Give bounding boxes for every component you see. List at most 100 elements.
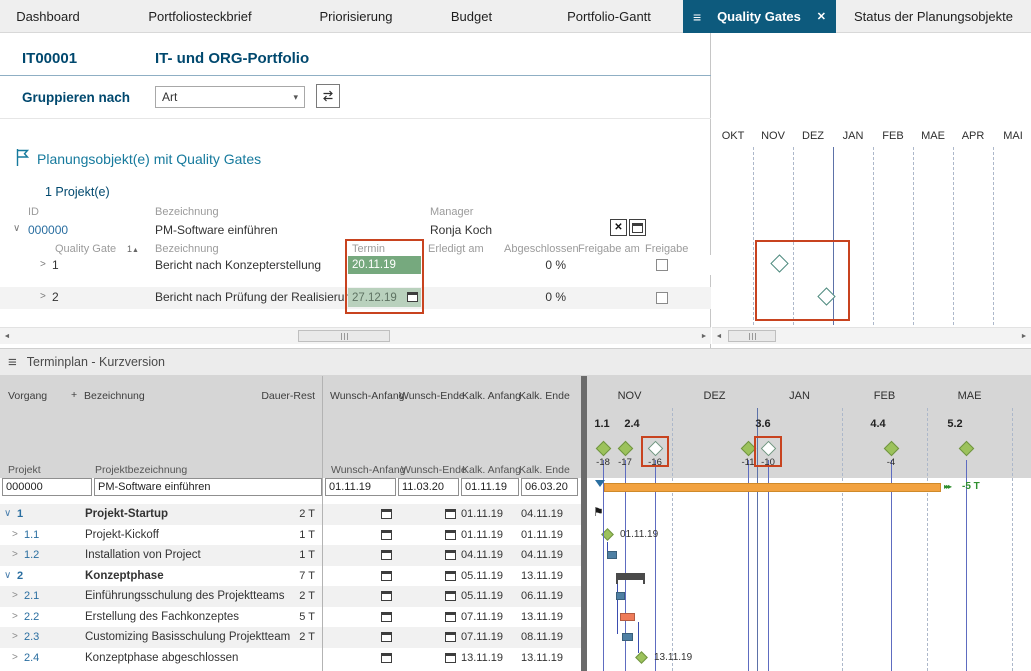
- quality-gate-diamond[interactable]: [958, 441, 974, 457]
- col-kalk-ende[interactable]: Kalk. Ende: [519, 390, 570, 402]
- task-row[interactable]: >2.1Einführungsschulung des Projektteams…: [0, 586, 581, 607]
- expand-icon[interactable]: >: [12, 631, 18, 642]
- quality-gate-diamond[interactable]: [647, 441, 663, 457]
- col-kalk-anfang[interactable]: Kalk. Anfang: [462, 390, 521, 402]
- menu-icon[interactable]: ≡: [8, 354, 17, 371]
- task-row[interactable]: >1.2Installation von Project1 T04.11.190…: [0, 545, 581, 566]
- wunsch-anfang-calendar-icon[interactable]: [381, 632, 392, 642]
- calendar-button[interactable]: [629, 219, 646, 236]
- group-by-select[interactable]: Art ▾: [155, 86, 305, 108]
- task-row[interactable]: >1.1Projekt-Kickoff1 T01.11.1901.11.19: [0, 525, 581, 546]
- quality-gate-diamond[interactable]: [740, 441, 756, 457]
- h-scrollbar[interactable]: ◄ ►: [712, 327, 1031, 344]
- col-freigabe[interactable]: Freigabe: [645, 243, 688, 255]
- quality-gate-diamond[interactable]: [883, 441, 899, 457]
- col-abgeschlossen[interactable]: Abgeschlossen: [504, 243, 579, 255]
- expand-icon[interactable]: >: [12, 529, 18, 540]
- h-scrollbar[interactable]: ◄ ►: [0, 327, 711, 344]
- task-number[interactable]: 1.2: [24, 549, 39, 561]
- scroll-left-icon[interactable]: ◄: [712, 329, 726, 344]
- quality-gate-diamond[interactable]: [770, 254, 788, 272]
- wunsch-ende-calendar-icon[interactable]: [445, 550, 456, 560]
- wunsch-anfang-calendar-icon[interactable]: [381, 550, 392, 560]
- task-number[interactable]: 2.4: [24, 652, 39, 664]
- calendar-icon[interactable]: [407, 292, 418, 302]
- tab-dashboard[interactable]: Dashboard: [0, 0, 96, 33]
- scroll-right-icon[interactable]: ►: [1017, 329, 1031, 344]
- task-number[interactable]: 2: [17, 570, 23, 582]
- expand-icon[interactable]: >: [12, 590, 18, 601]
- col-wunsch-ende[interactable]: Wunsch-Ende: [399, 390, 465, 402]
- col-termin[interactable]: Termin: [352, 243, 385, 255]
- col-vorgang[interactable]: Vorgang: [8, 390, 47, 402]
- project-gantt-bar[interactable]: [604, 483, 941, 492]
- wunsch-ende-calendar-icon[interactable]: [445, 509, 456, 519]
- quality-gate-row[interactable]: >1Bericht nach Konzepterstellung20.11.19…: [0, 255, 711, 275]
- project-wunsch-ende-cell[interactable]: 11.03.20: [398, 478, 459, 496]
- expand-columns-icon[interactable]: +: [71, 389, 77, 401]
- task-row[interactable]: >2.4Konzeptphase abgeschlossen13.11.1913…: [0, 648, 581, 669]
- wunsch-ende-calendar-icon[interactable]: [445, 612, 456, 622]
- gate-termin-cell[interactable]: 20.11.19: [348, 256, 421, 274]
- wunsch-anfang-calendar-icon[interactable]: [381, 571, 392, 581]
- col-dauer[interactable]: Dauer-Rest: [240, 390, 315, 402]
- task-row[interactable]: >2.2Erstellung des Fachkonzeptes5 T07.11…: [0, 607, 581, 628]
- tab-close-icon[interactable]: ✕: [817, 10, 826, 23]
- tab-menu-icon[interactable]: ≡: [693, 9, 701, 25]
- task-number[interactable]: 1.1: [24, 529, 39, 541]
- expand-icon[interactable]: >: [12, 652, 18, 663]
- wunsch-ende-calendar-icon[interactable]: [445, 571, 456, 581]
- task-row[interactable]: ∨2Konzeptphase7 T05.11.1913.11.19: [0, 566, 581, 587]
- tab-portfoliosteckbrief[interactable]: Portfoliosteckbrief: [96, 0, 304, 33]
- task-bar[interactable]: [616, 592, 625, 600]
- wunsch-ende-calendar-icon[interactable]: [445, 632, 456, 642]
- task-number[interactable]: 2.1: [24, 590, 39, 602]
- task-row[interactable]: >2.3Customizing Basisschulung Projekttea…: [0, 627, 581, 648]
- col-name[interactable]: Bezeichnung: [84, 390, 145, 402]
- expand-icon[interactable]: >: [12, 549, 18, 560]
- scroll-right-icon[interactable]: ►: [697, 329, 711, 344]
- expand-icon[interactable]: ∨: [4, 570, 11, 581]
- task-number[interactable]: 1: [17, 508, 23, 520]
- wunsch-anfang-calendar-icon[interactable]: [381, 653, 392, 663]
- task-number[interactable]: 2.3: [24, 631, 39, 643]
- quality-gate-row[interactable]: >2Bericht nach Prüfung der Realisierung2…: [0, 287, 711, 309]
- col-erledigt-am[interactable]: Erledigt am: [428, 243, 484, 255]
- quality-gate-diamond[interactable]: [595, 441, 611, 457]
- scrollbar-thumb[interactable]: [298, 330, 390, 342]
- quality-gate-diamond[interactable]: [760, 441, 776, 457]
- freigabe-checkbox[interactable]: [656, 292, 668, 304]
- gate-expand-icon[interactable]: >: [40, 259, 46, 270]
- project-name-cell[interactable]: PM-Software einführen: [94, 478, 322, 496]
- project-kalk-anfang-cell[interactable]: 01.11.19: [461, 478, 519, 496]
- summary-bar[interactable]: [616, 573, 645, 580]
- freigabe-checkbox[interactable]: [656, 259, 668, 271]
- project-wunsch-anfang-cell[interactable]: 01.11.19: [325, 478, 396, 496]
- col-freigabe-am[interactable]: Freigabe am: [578, 243, 640, 255]
- wunsch-ende-calendar-icon[interactable]: [445, 530, 456, 540]
- task-bar[interactable]: [622, 633, 633, 641]
- wunsch-ende-calendar-icon[interactable]: [445, 653, 456, 663]
- tab-status-der-planungsobjekte[interactable]: Status der Planungsobjekte: [836, 0, 1031, 33]
- project-id-cell[interactable]: 000000: [2, 478, 92, 496]
- col-wunsch-anfang[interactable]: Wunsch-Anfang: [330, 390, 405, 402]
- scrollbar-thumb[interactable]: [728, 330, 776, 342]
- wunsch-anfang-calendar-icon[interactable]: [381, 591, 392, 601]
- wunsch-ende-calendar-icon[interactable]: [445, 591, 456, 601]
- tab-quality-gates[interactable]: ≡Quality Gates✕: [683, 0, 836, 33]
- task-bar[interactable]: [607, 551, 617, 559]
- tab-priorisierung[interactable]: Priorisierung: [304, 0, 408, 33]
- milestone-diamond[interactable]: [635, 651, 648, 664]
- gate-expand-icon[interactable]: >: [40, 291, 46, 302]
- wunsch-anfang-calendar-icon[interactable]: [381, 509, 392, 519]
- quality-gate-diamond[interactable]: [617, 441, 633, 457]
- task-row[interactable]: ∨1Projekt-Startup2 T01.11.1904.11.19: [0, 504, 581, 525]
- task-bar[interactable]: [620, 613, 635, 621]
- project-kalk-ende-cell[interactable]: 06.03.20: [521, 478, 578, 496]
- gate-termin-cell[interactable]: 27.12.19: [348, 288, 421, 307]
- expand-icon[interactable]: >: [12, 611, 18, 622]
- col-quality-gate[interactable]: Quality Gate: [55, 243, 116, 255]
- delete-button[interactable]: ✕: [610, 219, 627, 236]
- collapse-icon[interactable]: ∨: [13, 223, 20, 234]
- project-id[interactable]: 000000: [28, 223, 68, 237]
